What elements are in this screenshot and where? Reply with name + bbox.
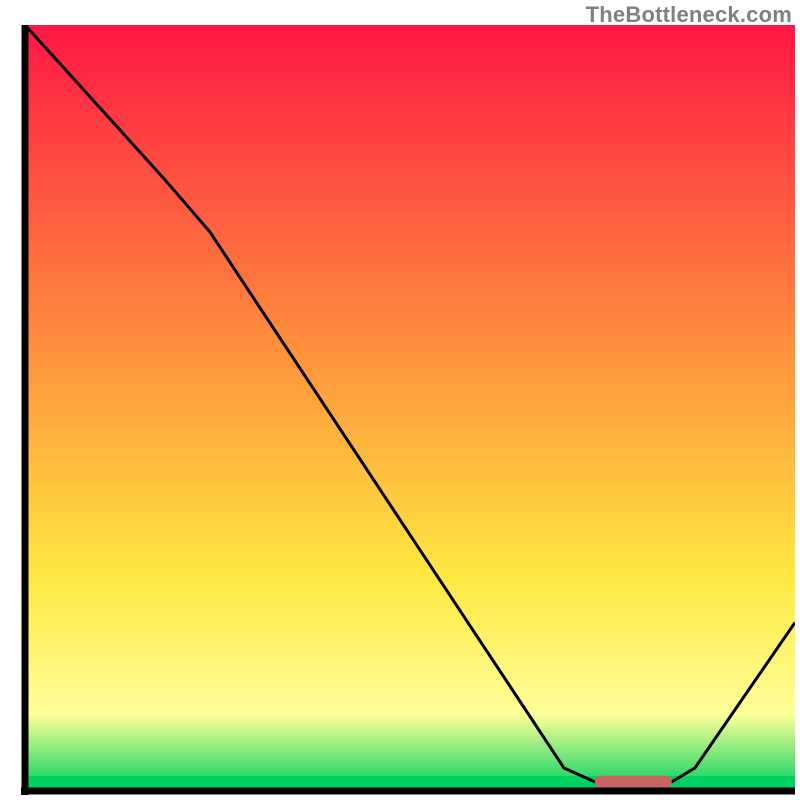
plot-background (25, 25, 795, 791)
chart-container: TheBottleneck.com (0, 0, 800, 800)
bottleneck-chart (21, 25, 795, 795)
optimal-marker (595, 776, 672, 788)
